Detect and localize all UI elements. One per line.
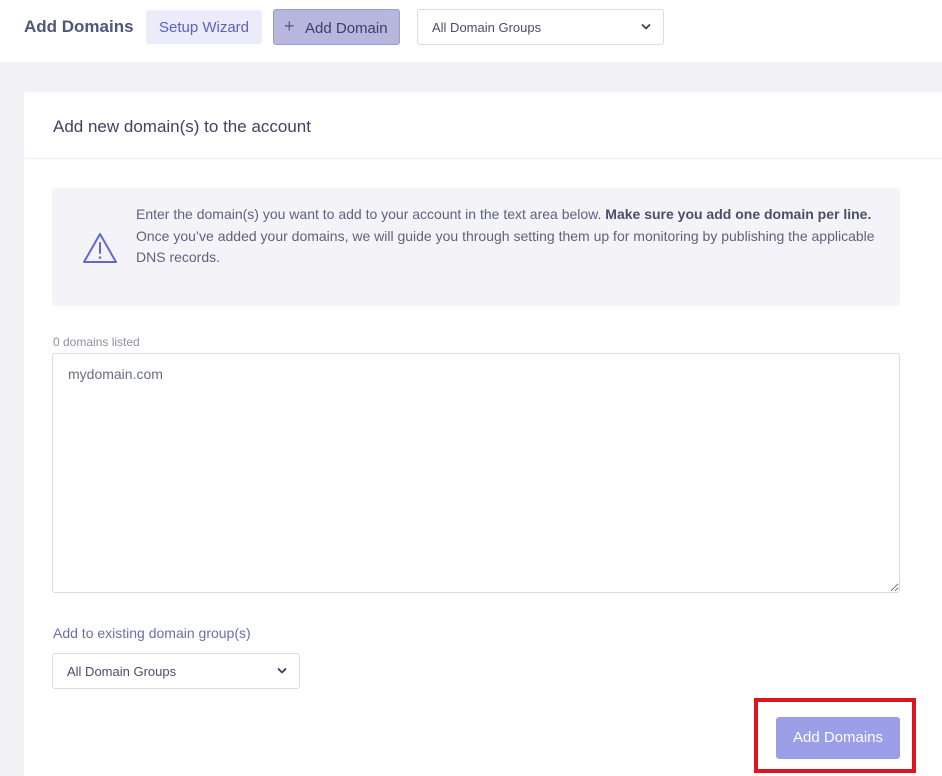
card-title: Add new domain(s) to the account [53, 117, 311, 136]
domain-group-select[interactable]: All Domain Groups [52, 653, 300, 689]
page-title: Add Domains [24, 17, 134, 36]
card-header: Add new domain(s) to the account [24, 92, 942, 159]
warning-icon [83, 233, 117, 263]
top-bar: Add Domains Setup Wizard + Add Domain Al… [0, 0, 942, 62]
add-domains-card: Add new domain(s) to the account Enter t… [24, 92, 942, 776]
setup-wizard-button[interactable]: Setup Wizard [146, 10, 262, 44]
add-domain-label: Add Domain [305, 20, 388, 37]
chevron-down-icon [641, 24, 651, 30]
domains-textarea[interactable] [52, 353, 900, 593]
chevron-down-icon [277, 668, 287, 674]
domain-group-label: Add to existing domain group(s) [53, 625, 251, 641]
info-line1-bold: Make sure you add one domain per line. [605, 206, 872, 222]
highlight-box [754, 698, 916, 773]
info-notice: Enter the domain(s) you want to add to y… [52, 188, 900, 306]
info-line1: Enter the domain(s) you want to add to y… [136, 206, 606, 222]
add-domain-button[interactable]: + Add Domain [273, 9, 400, 45]
domain-group-filter-select[interactable]: All Domain Groups [417, 9, 664, 45]
domains-count-label: 0 domains listed [53, 335, 140, 349]
domain-group-filter-value: All Domain Groups [432, 20, 542, 35]
info-text: Enter the domain(s) you want to add to y… [136, 204, 876, 269]
domain-group-select-value: All Domain Groups [67, 664, 177, 679]
plus-icon: + [284, 16, 295, 36]
info-line2: Once you’ve added your domains, we will … [136, 227, 875, 266]
